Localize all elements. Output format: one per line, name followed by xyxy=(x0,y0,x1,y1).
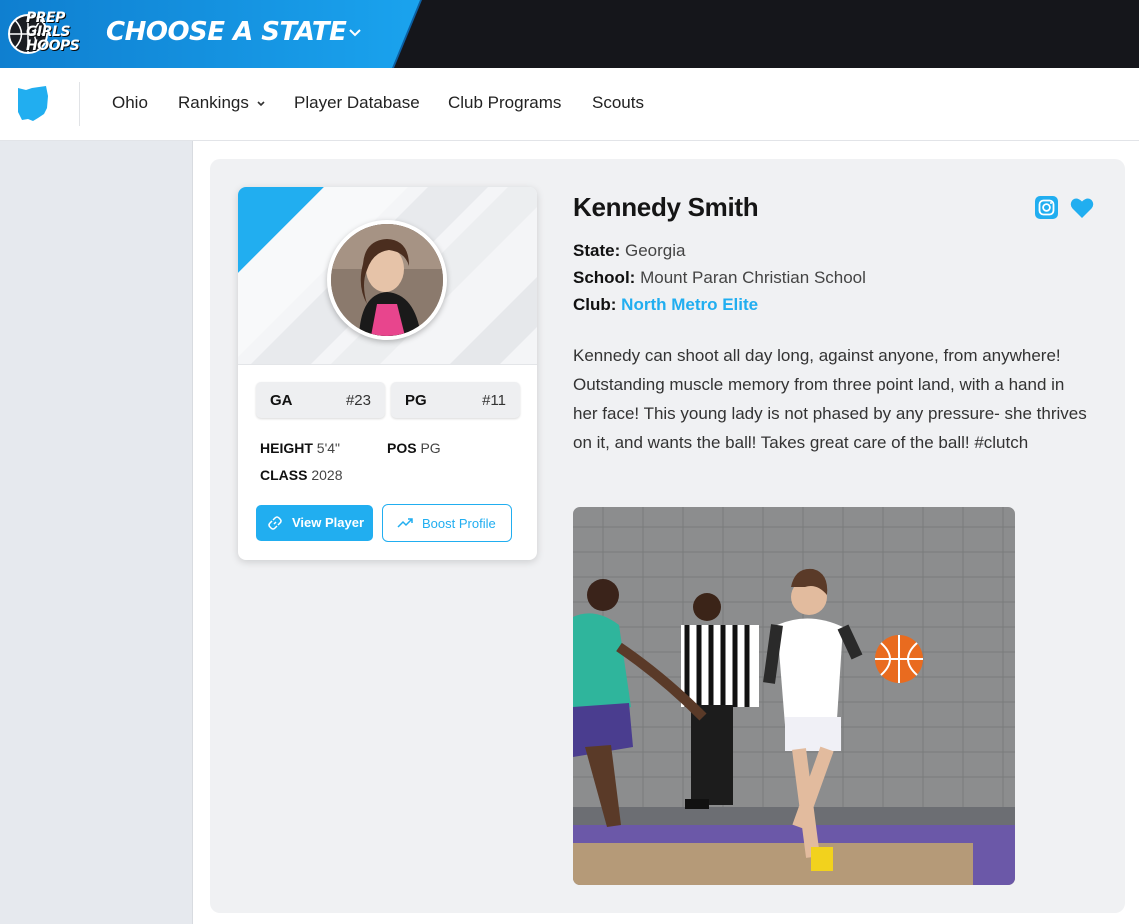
choose-state-button[interactable]: CHOOSE A STATE xyxy=(106,17,347,47)
position-stat: POS PG xyxy=(387,440,441,456)
height-label: HEIGHT xyxy=(260,440,313,456)
club-info: Club: North Metro Elite xyxy=(573,295,758,315)
player-bio: Kennedy can shoot all day long, against … xyxy=(573,346,1087,452)
link-icon xyxy=(268,516,282,530)
position-rank-tag: PG #11 xyxy=(391,382,520,418)
view-player-button[interactable]: View Player xyxy=(256,505,373,541)
class-stat: CLASS 2028 xyxy=(260,467,343,483)
nav-item-ohio[interactable]: Ohio xyxy=(112,93,148,113)
position-rank-value: #11 xyxy=(482,392,506,409)
boost-profile-label: Boost Profile xyxy=(422,516,496,531)
chevron-down-icon[interactable] xyxy=(348,26,362,40)
state-rank-tag: GA #23 xyxy=(256,382,385,418)
class-value: 2028 xyxy=(311,467,343,483)
state-value: Georgia xyxy=(624,241,686,260)
player-avatar[interactable] xyxy=(327,220,447,340)
nav-divider xyxy=(79,82,80,126)
club-link[interactable]: North Metro Elite xyxy=(621,295,758,314)
class-label: CLASS xyxy=(260,467,308,483)
school-info: School: Mount Paran Christian School xyxy=(573,268,866,288)
school-label: School: xyxy=(573,268,636,287)
logo-line-girls: GIRLS xyxy=(26,24,70,40)
ohio-state-icon[interactable] xyxy=(16,86,50,122)
logo-line-hoops: HOOPS xyxy=(26,38,80,54)
school-value: Mount Paran Christian School xyxy=(640,268,866,287)
position-rank-key: PG xyxy=(405,392,427,409)
player-card: GA #23 PG #11 HEIGHT 5'4" POS PG CLASS 2… xyxy=(238,187,537,560)
heart-icon[interactable] xyxy=(1070,197,1094,219)
action-photo-illustration xyxy=(573,507,1015,885)
chevron-down-icon[interactable] xyxy=(256,99,266,109)
pos-label: POS xyxy=(387,440,417,456)
state-rank-key: GA xyxy=(270,392,293,409)
nav-item-club-programs[interactable]: Club Programs xyxy=(448,93,561,113)
brand-logo-text[interactable]: PREP GIRLS HOOPS xyxy=(26,10,80,54)
state-rank-value: #23 xyxy=(345,392,371,409)
height-value: 5'4" xyxy=(316,440,340,456)
nav-item-scouts[interactable]: Scouts xyxy=(592,93,644,113)
player-name: Kennedy Smith xyxy=(573,192,759,222)
state-label: State: xyxy=(573,241,621,260)
logo-line-prep: PREP xyxy=(26,10,65,26)
instagram-icon[interactable] xyxy=(1035,196,1058,219)
sidebar xyxy=(0,141,193,924)
nav-item-player-database[interactable]: Player Database xyxy=(294,93,420,113)
player-action-photo[interactable] xyxy=(573,507,1015,885)
top-brand-bar: PREP GIRLS HOOPS CHOOSE A STATE xyxy=(0,0,1139,68)
nav-item-rankings[interactable]: Rankings xyxy=(178,93,249,113)
club-label: Club: xyxy=(573,295,617,314)
trending-up-icon xyxy=(397,518,413,528)
player-card-header xyxy=(238,187,537,365)
pos-value: PG xyxy=(420,440,441,456)
boost-profile-button[interactable]: Boost Profile xyxy=(382,504,512,542)
main-nav: Ohio Rankings Player Database Club Progr… xyxy=(0,68,1139,141)
view-player-label: View Player xyxy=(292,515,365,530)
state-info: State: Georgia xyxy=(573,241,685,261)
height-stat: HEIGHT 5'4" xyxy=(260,440,340,456)
